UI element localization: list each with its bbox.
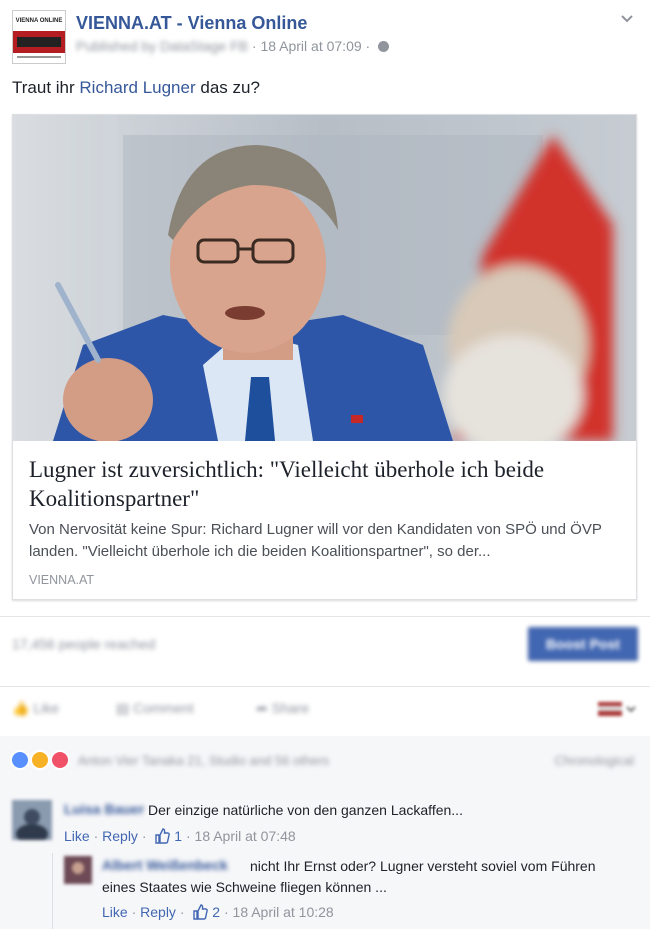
post-actions-bar: 👍 Like ▤ Comment ➦ Share bbox=[12, 698, 638, 724]
chevron-down-icon[interactable] bbox=[620, 12, 634, 26]
share-button[interactable]: ➦ Share bbox=[256, 700, 309, 717]
thumbs-up-icon bbox=[155, 828, 171, 844]
haha-reaction-icon[interactable] bbox=[30, 750, 50, 770]
article-photo[interactable] bbox=[13, 115, 636, 441]
comment-actions: Like · Reply · 2 · 18 April at 10:28 bbox=[102, 904, 334, 920]
comment-timestamp[interactable]: 18 April at 07:48 bbox=[195, 828, 296, 844]
comment-order-selector[interactable]: Chronological bbox=[555, 753, 635, 768]
boost-post-button[interactable]: Boost Post bbox=[528, 627, 638, 661]
comment-like-link[interactable]: Like bbox=[102, 904, 128, 920]
love-reaction-icon[interactable] bbox=[50, 750, 70, 770]
post-timestamp[interactable]: 18 April at 07:09 bbox=[260, 38, 361, 54]
post-meta: Published by DataStage FB · 18 April at … bbox=[76, 38, 390, 54]
comment-like-link[interactable]: Like bbox=[64, 828, 90, 844]
comment-text: Der einzige natürliche von den ganzen La… bbox=[148, 802, 463, 818]
post-header: VIENNA ONLINE VIENNA.AT - Vienna Online … bbox=[12, 10, 638, 70]
article-source: VIENNA.AT bbox=[29, 573, 95, 587]
comment-item: Luisa Bauer Der einzige natürliche von d… bbox=[12, 800, 638, 850]
comment-reply-link[interactable]: Reply bbox=[102, 828, 138, 844]
reply-item: Albert Weißenbeck nicht Ihr Ernst oder? … bbox=[64, 856, 638, 926]
page-name-link[interactable]: VIENNA.AT - Vienna Online bbox=[76, 13, 307, 34]
comment-like-count[interactable]: 2 bbox=[212, 904, 220, 920]
avatar[interactable] bbox=[12, 800, 52, 840]
article-description: Von Nervosität keine Spur: Richard Lugne… bbox=[29, 521, 602, 560]
divider bbox=[0, 616, 650, 617]
reactions-summary[interactable]: Anton Vier Tanaka 21, Studio and 56 othe… bbox=[78, 753, 329, 768]
like-icon: 👍 bbox=[12, 700, 30, 716]
logo-text: VIENNA ONLINE bbox=[13, 11, 65, 31]
reactions-row: Anton Vier Tanaka 21, Studio and 56 othe… bbox=[10, 750, 640, 774]
comment-actions: Like · Reply · 1 · 18 April at 07:48 bbox=[64, 828, 296, 844]
post-text: Traut ihr Richard Lugner das zu? bbox=[12, 78, 260, 97]
comment-author[interactable]: Luisa Bauer bbox=[64, 801, 144, 817]
page-logo[interactable]: VIENNA ONLINE bbox=[12, 10, 66, 64]
like-button[interactable]: 👍 Like bbox=[12, 700, 59, 717]
link-preview-card[interactable]: Lugner ist zuversichtlich: "Vielleicht ü… bbox=[12, 114, 637, 600]
avatar[interactable] bbox=[64, 856, 92, 884]
comment-reply-link[interactable]: Reply bbox=[140, 904, 176, 920]
reach-count[interactable]: 17,456 people reached bbox=[12, 636, 155, 652]
globe-icon bbox=[378, 41, 390, 52]
published-by[interactable]: Published by DataStage FB bbox=[76, 38, 248, 54]
comment-button[interactable]: ▤ Comment bbox=[116, 700, 194, 717]
comment-like-count[interactable]: 1 bbox=[174, 828, 182, 844]
comment-timestamp[interactable]: 18 April at 10:28 bbox=[233, 904, 334, 920]
share-icon: ➦ bbox=[256, 700, 268, 716]
audience-selector[interactable] bbox=[594, 700, 638, 718]
comment-icon: ▤ bbox=[116, 700, 130, 716]
thumbs-up-icon bbox=[193, 904, 209, 920]
like-reaction-icon[interactable] bbox=[10, 750, 30, 770]
comment-text: nicht Ihr Ernst oder? Lugner versteht so… bbox=[102, 858, 596, 895]
article-title[interactable]: Lugner ist zuversichtlich: "Vielleicht ü… bbox=[29, 455, 629, 513]
mention-link[interactable]: Richard Lugner bbox=[79, 78, 195, 97]
divider bbox=[0, 686, 650, 687]
reply-thread-line bbox=[52, 853, 53, 929]
